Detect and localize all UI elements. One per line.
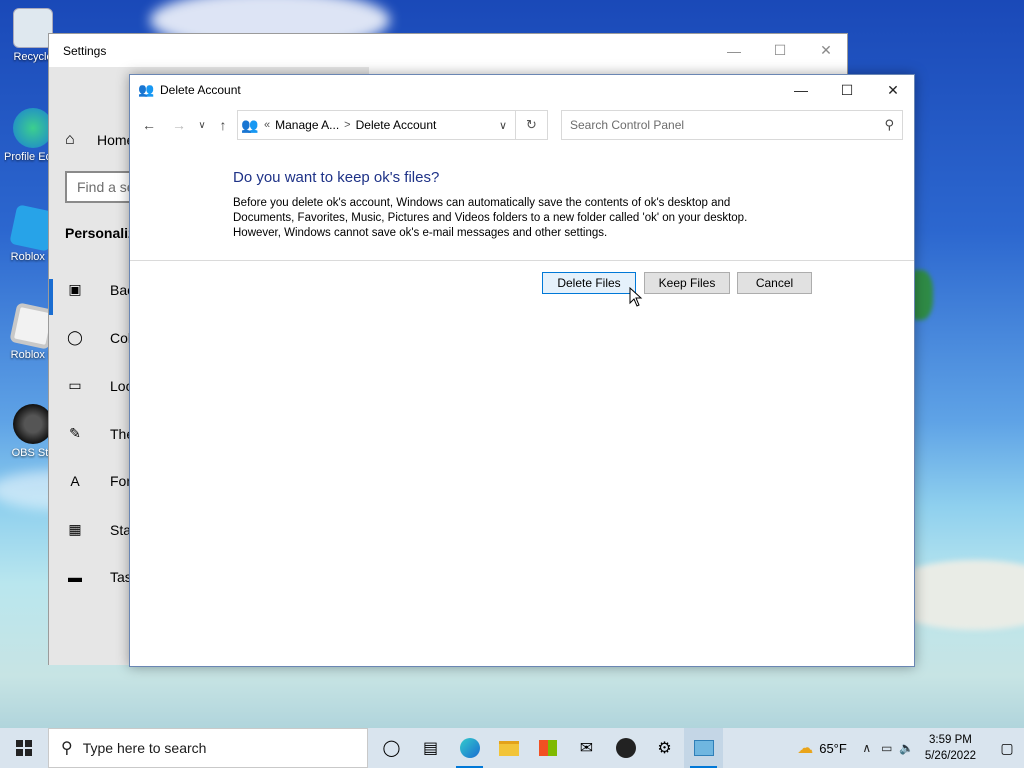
delete-files-button[interactable]: Delete Files — [542, 272, 636, 294]
clock[interactable]: 3:59 PM 5/26/2022 — [925, 732, 976, 764]
lock-screen-icon: ▭ — [68, 377, 82, 393]
user-accounts-icon: 👥 — [138, 82, 155, 97]
network-icon[interactable]: ▭ — [877, 741, 897, 755]
mouse-cursor-icon — [629, 287, 643, 307]
cancel-button[interactable]: Cancel — [737, 272, 812, 294]
dialog-titlebar[interactable]: 👥 Delete Account — ☐ ✕ — [130, 75, 914, 105]
windows-logo-icon — [16, 740, 32, 756]
font-icon: A — [70, 473, 80, 489]
minimize-icon[interactable]: — — [711, 34, 757, 67]
selection-indicator — [49, 279, 53, 315]
store-icon[interactable] — [528, 728, 567, 768]
cortana-icon[interactable]: ◯ — [372, 728, 411, 768]
maximize-icon[interactable]: ☐ — [757, 34, 803, 67]
sidebar-item-home[interactable]: ⌂ Home — [65, 131, 134, 149]
start-grid-icon: ▦ — [68, 521, 82, 537]
dialog-title: Delete Account — [160, 83, 241, 97]
back-arrow-icon[interactable]: ← — [139, 115, 159, 135]
search-icon: ⚲ — [884, 117, 894, 132]
volume-muted-icon[interactable]: 🔈 — [897, 741, 917, 755]
description-text: Before you delete ok's account, Windows … — [233, 197, 748, 239]
breadcrumb-separator[interactable]: > — [344, 119, 350, 131]
image-icon: ▣ — [68, 281, 82, 297]
close-icon[interactable]: ✕ — [870, 75, 916, 105]
up-arrow-icon[interactable]: ↑ — [213, 115, 233, 135]
time: 3:59 PM — [929, 734, 972, 746]
taskbar-search-box[interactable]: ⚲ Type here to search — [48, 728, 368, 768]
user-accounts-icon: 👥 — [241, 116, 259, 133]
settings-icon[interactable]: ⚙ — [645, 728, 684, 768]
weather-icon[interactable]: ☁ — [795, 738, 815, 758]
task-view-icon[interactable]: ▤ — [411, 728, 450, 768]
page-heading: Do you want to keep ok's files? — [233, 169, 440, 186]
delete-account-window[interactable]: 👥 Delete Account — ☐ ✕ ← → ∨ ↑ 👥 « Manag… — [129, 74, 915, 667]
breadcrumb-manage-accounts[interactable]: Manage A... — [275, 118, 339, 132]
settings-title: Settings — [63, 43, 107, 58]
forward-arrow-icon[interactable]: → — [169, 115, 189, 135]
search-input[interactable]: Search Control Panel ⚲ — [561, 110, 903, 140]
address-dropdown-icon[interactable]: ∨ — [499, 119, 507, 132]
edge-profile-icon — [13, 108, 53, 148]
palette-icon: ◯ — [67, 329, 83, 345]
sidebar-item-colors[interactable]: ◯ Colo — [65, 329, 139, 346]
edge-icon[interactable] — [450, 728, 489, 768]
divider — [130, 260, 914, 261]
section-heading: Personaliz — [65, 225, 136, 241]
weather-temperature[interactable]: 65°F — [819, 741, 847, 756]
overflow-chevron[interactable]: « — [264, 119, 270, 131]
control-panel-icon[interactable] — [684, 728, 723, 768]
show-hidden-icons-chevron-icon[interactable]: ∧ — [857, 741, 877, 755]
recent-locations-chevron-icon[interactable]: ∨ — [192, 115, 212, 135]
mail-icon[interactable]: ✉ — [567, 728, 606, 768]
date: 5/26/2022 — [924, 750, 976, 762]
taskbar: ⚲ Type here to search ◯ ▤ ✉ ⚙ ☁ 65°F ∧ ▭… — [0, 728, 1024, 768]
close-icon[interactable]: ✕ — [803, 34, 849, 67]
obs-studio-icon — [13, 404, 53, 444]
taskbar-icon: ▬ — [68, 569, 82, 585]
home-icon: ⌂ — [65, 131, 75, 148]
recycle-bin-icon — [13, 8, 53, 48]
maximize-icon[interactable]: ☐ — [824, 75, 870, 105]
refresh-icon[interactable]: ↻ — [516, 110, 548, 140]
keep-files-button[interactable]: Keep Files — [644, 272, 730, 294]
address-bar[interactable]: 👥 « Manage A... > Delete Account ∨ — [237, 110, 516, 140]
obs-icon[interactable] — [606, 728, 645, 768]
brush-icon: ✎ — [69, 425, 81, 441]
minimize-icon[interactable]: — — [778, 75, 824, 105]
file-explorer-icon[interactable] — [489, 728, 528, 768]
breadcrumb-delete-account[interactable]: Delete Account — [356, 118, 437, 132]
start-button[interactable] — [0, 728, 48, 768]
notification-center-icon[interactable]: ▢ — [990, 740, 1024, 757]
search-icon: ⚲ — [61, 740, 73, 757]
system-tray: ☁ 65°F ∧ ▭ 🔈 3:59 PM 5/26/2022 ▢ — [795, 728, 1024, 768]
